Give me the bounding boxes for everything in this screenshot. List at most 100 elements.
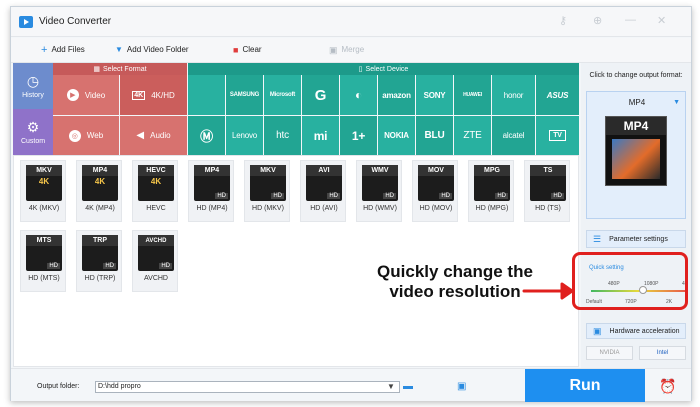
device-huawei[interactable]: HUAWEI <box>454 75 491 115</box>
device-htc[interactable]: htc <box>264 116 301 155</box>
format-item[interactable]: MOV HD HD (MOV) <box>412 160 458 222</box>
format-video[interactable]: ▶ Video <box>53 75 119 115</box>
format-item[interactable]: AVI HD HD (AVI) <box>300 160 346 222</box>
video-format-icon: MPG HD <box>474 165 510 201</box>
plus-icon: + <box>41 43 48 56</box>
format-item[interactable]: TS HD HD (TS) <box>524 160 570 222</box>
toolbar: + Add Files ▼ Add Video Folder ■ Clear ▣… <box>11 38 691 63</box>
add-video-folder-button[interactable]: ▼ Add Video Folder <box>115 45 189 54</box>
speaker-icon: ◀ <box>136 130 145 141</box>
video-format-icon: MKV HD <box>250 165 286 201</box>
device-google[interactable]: G <box>302 75 339 115</box>
merge-button[interactable]: ▣ Merge <box>329 45 364 54</box>
title-bar: Video Converter ⚷ ⊕ — ✕ <box>11 7 691 37</box>
chevron-down-icon[interactable]: ▼ <box>387 382 395 391</box>
select-format-header: ▦ Select Format <box>53 63 187 75</box>
format-item[interactable]: AVCHD HD AVCHD <box>132 230 178 292</box>
chip-icon: ▣ <box>593 325 602 336</box>
device-xiaomi[interactable]: mi <box>302 116 339 155</box>
mi-icon: mi <box>313 128 328 143</box>
output-format-selector[interactable]: MP4 ▼ MP4 <box>586 91 686 219</box>
key-icon[interactable]: ⚷ <box>559 14 567 27</box>
annotation-arrow-icon <box>522 282 574 300</box>
video-format-icon: MKV 4K <box>26 165 62 201</box>
format-audio[interactable]: ◀ Audio <box>120 116 187 155</box>
run-button[interactable]: Run <box>525 369 645 402</box>
video-format-icon: MTS HD <box>26 235 62 271</box>
motorola-icon: Ⓜ <box>200 129 213 144</box>
device-lg[interactable]: ◐ <box>340 75 377 115</box>
format-item[interactable]: MPG HD HD (MPG) <box>468 160 514 222</box>
play-icon: ▶ <box>66 89 79 101</box>
category-grid: ◷ History ⚙ Custom ▦ Select Format ▶ Vid… <box>13 63 579 155</box>
minimize-icon[interactable]: — <box>625 14 636 26</box>
video-format-icon: MP4 4K <box>82 165 118 201</box>
format-item[interactable]: WMV HD HD (WMV) <box>356 160 402 222</box>
format-item[interactable]: MP4 4K 4K (MP4) <box>76 160 122 222</box>
nvidia-toggle[interactable]: NVIDIA <box>586 346 633 360</box>
device-tv[interactable]: TV <box>536 116 579 155</box>
output-folder-label: Output folder: <box>37 383 80 390</box>
format-item[interactable]: MTS HD HD (MTS) <box>20 230 66 292</box>
device-icon: ▯ <box>358 66 363 73</box>
device-motorola[interactable]: Ⓜ <box>188 116 225 155</box>
intel-toggle[interactable]: Intel <box>639 346 686 360</box>
format-grid-icon: ▦ <box>93 66 101 73</box>
output-folder-input[interactable]: D:\hdd propro <box>95 381 400 393</box>
output-panel: Click to change output format: MP4 ▼ MP4… <box>581 63 691 368</box>
device-zte[interactable]: ZTE <box>454 116 491 155</box>
video-format-icon: AVCHD HD <box>138 235 174 271</box>
device-blu[interactable]: BLU <box>416 116 453 155</box>
device-oneplus[interactable]: 1+ <box>340 116 377 155</box>
folder-down-icon: ▼ <box>115 44 123 54</box>
highlight-ring <box>572 252 688 310</box>
video-format-icon: TRP HD <box>82 235 118 271</box>
format-item[interactable]: MKV HD HD (MKV) <box>244 160 290 222</box>
app-logo-icon <box>19 16 33 28</box>
bottom-bar: Output folder: D:\hdd propro ▼ ▬ ▣ Run ⏰ <box>11 368 691 402</box>
clear-button[interactable]: ■ Clear <box>233 45 262 54</box>
device-honor[interactable]: honor <box>492 75 535 115</box>
select-device-header: ▯ Select Device <box>188 63 579 75</box>
format-item[interactable]: MKV 4K 4K (MKV) <box>20 160 66 222</box>
format-item[interactable]: HEVC 4K HEVC <box>132 160 178 222</box>
mp4-format-icon: MP4 <box>605 116 667 186</box>
device-asus[interactable]: ASUS <box>536 75 579 115</box>
gear-icon: ⚙ <box>26 119 40 135</box>
cart-icon[interactable]: ⊕ <box>593 14 602 27</box>
device-apple[interactable] <box>188 75 225 115</box>
custom-button[interactable]: ⚙ Custom <box>13 109 53 155</box>
lg-icon: ◐ <box>354 88 363 102</box>
format-web[interactable]: ◎ Web <box>53 116 119 155</box>
device-microsoft[interactable]: Microsoft <box>264 75 301 115</box>
app-title: Video Converter <box>39 16 112 27</box>
chrome-icon: ◎ <box>68 129 81 142</box>
caret-down-icon: ▼ <box>673 99 680 106</box>
close-icon[interactable]: ✕ <box>657 14 666 27</box>
device-nokia[interactable]: NOKIA <box>378 116 415 155</box>
output-format-hint: Click to change output format: <box>589 72 683 79</box>
format-list: MKV 4K 4K (MKV) MP4 4K 4K (MP4) HEVC 4K HEV… <box>13 155 579 367</box>
format-4k-hd[interactable]: 4K 4K/HD <box>120 75 187 115</box>
folder-browse-icon[interactable]: ▣ <box>457 381 466 392</box>
device-sony[interactable]: SONY <box>416 75 453 115</box>
parameter-settings-button[interactable]: ☰ Parameter settings <box>586 230 686 248</box>
google-icon: G <box>314 86 327 104</box>
hardware-acceleration-button[interactable]: ▣ Hardware acceleration <box>586 323 686 339</box>
device-alcatel[interactable]: alcatel <box>492 116 535 155</box>
video-format-icon: MOV HD <box>418 165 454 201</box>
oneplus-icon: 1+ <box>351 128 366 143</box>
device-amazon[interactable]: amazon <box>378 75 415 115</box>
history-button[interactable]: ◷ History <box>13 63 53 109</box>
device-samsung[interactable]: SAMSUNG <box>226 75 263 115</box>
video-format-icon: HEVC 4K <box>138 165 174 201</box>
format-item[interactable]: MP4 HD HD (MP4) <box>188 160 234 222</box>
sliders-icon: ☰ <box>593 233 602 244</box>
folder-open-icon[interactable]: ▬ <box>403 381 413 392</box>
add-files-button[interactable]: + Add Files <box>41 43 85 56</box>
format-item[interactable]: TRP HD HD (TRP) <box>76 230 122 292</box>
app-window: Video Converter ⚷ ⊕ — ✕ + Add Files ▼ Ad… <box>10 6 692 402</box>
alarm-clock-icon[interactable]: ⏰ <box>659 378 676 395</box>
4k-icon: 4K <box>132 90 146 100</box>
device-lenovo[interactable]: Lenovo <box>226 116 263 155</box>
